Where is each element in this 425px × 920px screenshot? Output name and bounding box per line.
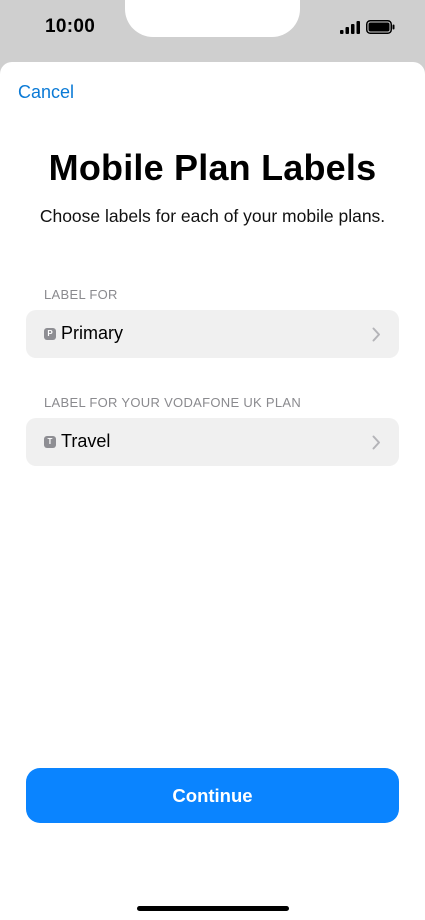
continue-button[interactable]: Continue (26, 768, 399, 823)
page-title: Mobile Plan Labels (48, 147, 377, 188)
section-header-vodafone: LABEL FOR YOUR VODAFONE UK PLAN (44, 395, 302, 410)
primary-badge-icon: P (44, 328, 56, 340)
primary-plan-label-value: Primary (61, 323, 123, 343)
section-header-primary: LABEL FOR (44, 287, 118, 302)
camera-notch (125, 0, 300, 37)
phone-screen: 10:00 Cancel Mobile Plan Labels Choose l… (0, 0, 425, 920)
chevron-right-icon (372, 327, 380, 342)
primary-plan-label-row[interactable]: P Primary (26, 310, 399, 358)
vodafone-plan-label-row[interactable]: T Travel (26, 418, 399, 466)
chevron-right-icon (372, 435, 380, 450)
page-subtitle: Choose labels for each of your mobile pl… (39, 206, 386, 226)
status-time: 10:00 (45, 16, 96, 37)
cancel-button[interactable]: Cancel (18, 82, 74, 103)
plan-labels-sheet: Cancel Mobile Plan Labels Choose labels … (0, 62, 425, 920)
travel-badge-icon: T (44, 436, 56, 448)
status-icons (340, 20, 395, 34)
vodafone-plan-label-value: Travel (61, 431, 111, 451)
home-indicator[interactable] (137, 906, 289, 911)
cellular-signal-icon (340, 20, 360, 34)
battery-full-icon (366, 20, 395, 34)
